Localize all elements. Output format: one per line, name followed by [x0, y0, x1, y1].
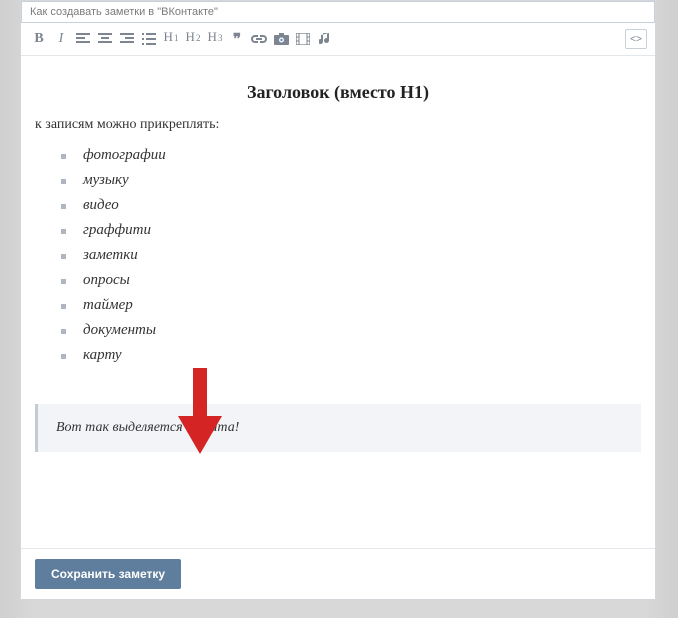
list-item: таймер — [71, 293, 641, 318]
align-left-button[interactable] — [73, 29, 93, 49]
annotation-arrow-icon — [178, 368, 222, 454]
list-item: музыку — [71, 168, 641, 193]
blockquote-button[interactable]: ❞ — [227, 29, 247, 49]
content-heading: Заголовок (вместо H1) — [35, 82, 641, 103]
list-item: документы — [71, 318, 641, 343]
editor-footer: Сохранить заметку — [21, 548, 655, 599]
h2-label: H — [186, 29, 195, 45]
list-item: карту — [71, 343, 641, 368]
list-item: заметки — [71, 243, 641, 268]
h2-sub: 2 — [196, 33, 201, 43]
list-item: фотографии — [71, 143, 641, 168]
h1-label: H — [164, 29, 173, 45]
note-editor-window: B I — [20, 0, 656, 600]
h3-sub: 3 — [218, 33, 223, 43]
h3-label: H — [208, 29, 217, 45]
italic-button[interactable]: I — [51, 29, 71, 49]
blockquote-example: Вот так выделяется цитата! — [35, 404, 641, 452]
list-item: опросы — [71, 268, 641, 293]
attachment-list: фотографии музыку видео граффити заметки… — [35, 143, 641, 368]
note-title-input[interactable] — [21, 1, 655, 23]
align-center-button[interactable] — [95, 29, 115, 49]
save-note-button[interactable]: Сохранить заметку — [35, 559, 181, 589]
bold-button[interactable]: B — [29, 29, 49, 49]
h1-sub: 1 — [174, 33, 179, 43]
html-mode-button[interactable]: <> — [625, 29, 647, 49]
numbered-list-button[interactable] — [139, 29, 159, 49]
content-intro: к записям можно прикреплять: — [35, 117, 641, 133]
link-button[interactable] — [249, 29, 269, 49]
h1-button[interactable]: H1 — [161, 29, 181, 49]
editor-toolbar: B I — [21, 23, 655, 56]
h2-button[interactable]: H2 — [183, 29, 203, 49]
h3-button[interactable]: H3 — [205, 29, 225, 49]
list-item: видео — [71, 193, 641, 218]
list-item: граффити — [71, 218, 641, 243]
editor-content-area[interactable]: Заголовок (вместо H1) к записям можно пр… — [21, 56, 655, 548]
video-button[interactable] — [293, 29, 313, 49]
photo-button[interactable] — [271, 29, 291, 49]
align-right-button[interactable] — [117, 29, 137, 49]
audio-button[interactable] — [315, 29, 335, 49]
